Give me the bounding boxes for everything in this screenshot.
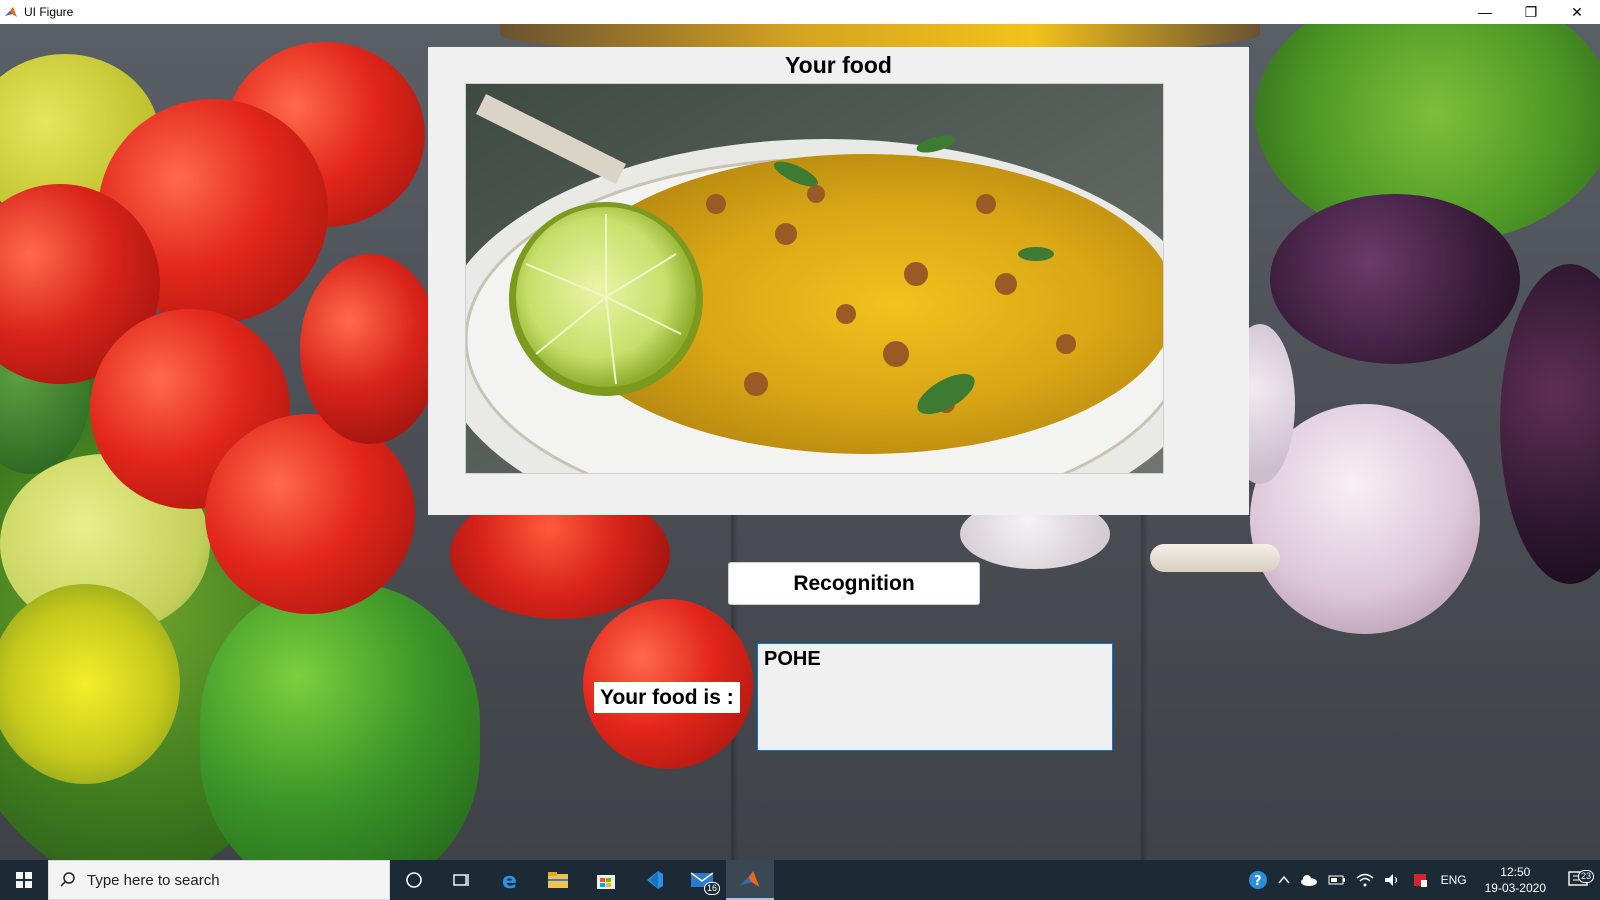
chevron-up-icon[interactable] [1273,875,1295,885]
notifications-icon[interactable]: 23 [1556,870,1600,889]
mail-badge: 16 [703,882,720,895]
clock-date: 19-03-2020 [1484,881,1546,895]
green-pepper-shape [200,584,480,860]
restore-button[interactable]: ❐ [1508,0,1554,24]
tomato-shape [205,414,415,614]
battery-icon[interactable] [1323,875,1351,885]
recognition-button[interactable]: Recognition [728,562,980,605]
cortana-icon[interactable] [390,860,438,900]
tomato-shape [300,254,440,444]
system-tray: ? ENG 12:50 19-03-2020 23 [1243,860,1600,900]
edge-icon[interactable]: e [486,860,534,900]
store-icon[interactable] [582,860,630,900]
eggplant-shape [1270,194,1520,364]
file-explorer-icon[interactable] [534,860,582,900]
help-icon[interactable]: ? [1243,870,1273,890]
language-indicator[interactable]: ENG [1433,873,1475,887]
your-food-label: Your food is : [594,682,740,713]
minimize-button[interactable]: — [1462,0,1508,24]
svg-text:e: e [502,869,517,891]
close-button[interactable]: ✕ [1554,0,1600,24]
window-controls: — ❐ ✕ [1462,0,1600,24]
window-title: UI Figure [24,5,74,19]
task-view-icon[interactable] [438,860,486,900]
svg-text:?: ? [1254,874,1262,889]
matlab-icon[interactable] [726,860,774,900]
taskbar: Type here to search e 16 ? ENG 12:50 19-… [0,860,1600,900]
eggplant-shape [1500,264,1600,584]
matlab-icon [4,5,18,19]
food-result-field[interactable]: POHE [757,643,1113,751]
notifications-badge: 23 [1577,870,1594,883]
volume-icon[interactable] [1379,873,1407,887]
window-titlebar: UI Figure — ❐ ✕ [0,0,1600,25]
search-placeholder: Type here to search [87,871,220,889]
garlic-stem-shape [1150,544,1280,572]
wifi-icon[interactable] [1351,873,1379,887]
search-icon [49,872,87,888]
taskbar-search-input[interactable]: Type here to search [48,860,390,900]
onedrive-icon[interactable] [1295,874,1323,886]
vscode-icon[interactable] [630,860,678,900]
mail-icon[interactable]: 16 [678,860,726,900]
food-image [465,83,1164,474]
antivirus-icon[interactable] [1407,872,1433,888]
food-panel: Your food [428,47,1249,515]
clock[interactable]: 12:50 19-03-2020 [1475,864,1556,896]
panel-title: Your food [785,52,892,78]
clock-time: 12:50 [1500,865,1531,879]
windows-start-icon[interactable] [0,860,48,900]
